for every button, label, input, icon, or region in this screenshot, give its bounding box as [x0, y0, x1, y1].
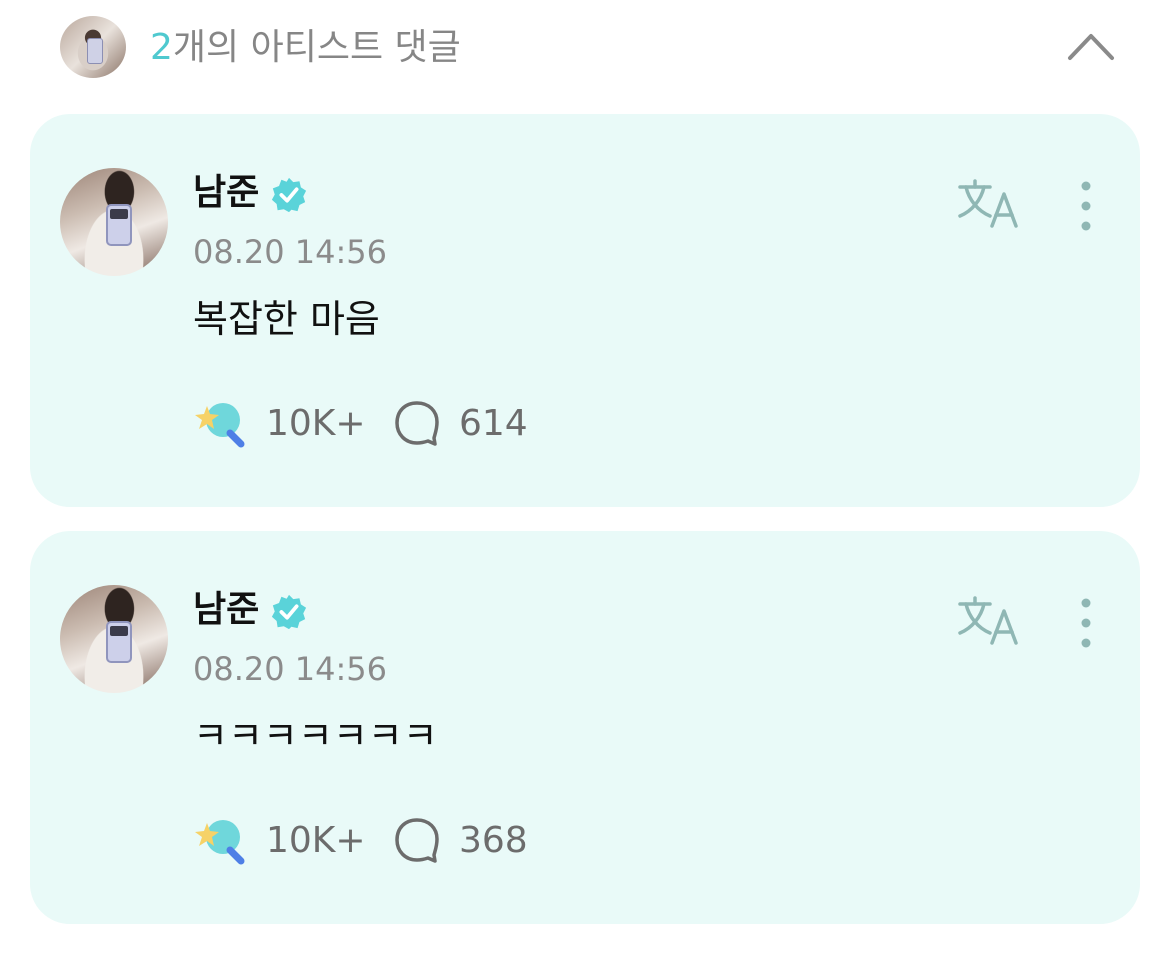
artist-comments-label: 개의 아티스트 댓글	[172, 27, 461, 68]
more-vertical-icon[interactable]	[1072, 180, 1100, 232]
lightstick-reaction-icon[interactable]	[193, 400, 247, 448]
lightstick-reaction-icon[interactable]	[193, 817, 247, 865]
comment-avatar[interactable]	[60, 168, 168, 276]
artist-comment-count: 2	[150, 27, 173, 68]
comment-text: 복잡한 마음	[193, 297, 380, 341]
comment-timestamp: 08.20 14:56	[193, 650, 387, 688]
more-vertical-icon[interactable]	[1072, 597, 1100, 649]
translate-icon[interactable]	[956, 595, 1020, 647]
verified-badge-icon	[271, 177, 307, 213]
comment-timestamp: 08.20 14:56	[193, 233, 387, 271]
artist-comments-header[interactable]: 2개의 아티스트 댓글	[0, 0, 1170, 96]
comment-avatar[interactable]	[60, 585, 168, 693]
comment-author[interactable]: 남준	[193, 588, 259, 632]
comment-author[interactable]: 남준	[193, 171, 259, 215]
artist-comment-card: 남준 08.20 14:56 복잡한 마음 10K+ 614	[30, 114, 1140, 507]
comment-text: ㅋㅋㅋㅋㅋㅋㅋ	[193, 714, 438, 758]
artist-comments-title: 2개의 아티스트 댓글	[150, 26, 461, 70]
reaction-count: 10K+	[266, 403, 366, 444]
comment-bubble-icon[interactable]	[394, 817, 440, 863]
translate-icon[interactable]	[956, 178, 1020, 230]
reply-count: 368	[459, 820, 528, 861]
verified-badge-icon	[271, 594, 307, 630]
comment-bubble-icon[interactable]	[394, 400, 440, 446]
artist-avatar	[60, 16, 126, 78]
chevron-up-icon[interactable]	[1060, 24, 1122, 68]
reaction-count: 10K+	[266, 820, 366, 861]
reply-count: 614	[459, 403, 528, 444]
artist-comment-card: 남준 08.20 14:56 ㅋㅋㅋㅋㅋㅋㅋ 10K+ 368	[30, 531, 1140, 924]
